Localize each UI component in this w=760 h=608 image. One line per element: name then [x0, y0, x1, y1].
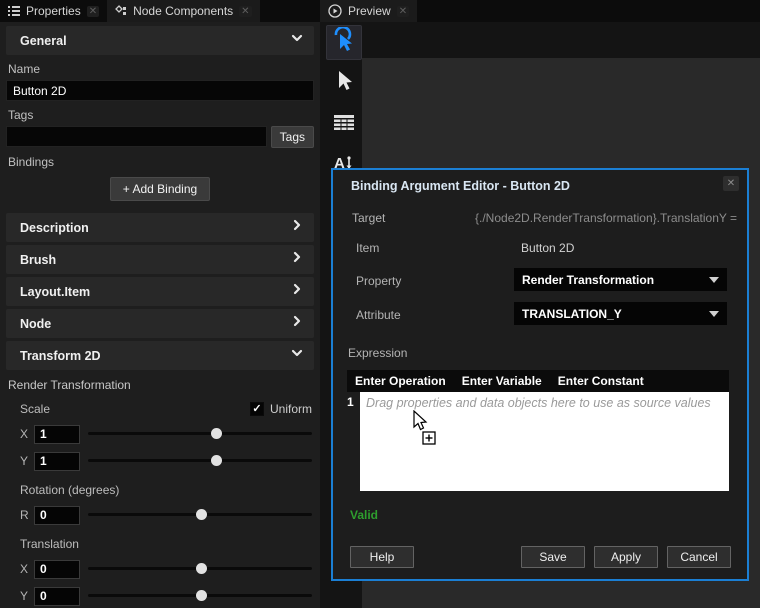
scale-label: Scale: [20, 402, 50, 416]
property-dropdown-value: Render Transformation: [522, 273, 654, 287]
translation-x-label: X: [20, 562, 34, 576]
dialog-title: Binding Argument Editor - Button 2D: [351, 179, 570, 193]
binding-argument-editor-dialog: Binding Argument Editor - Button 2D ✕ Ta…: [331, 168, 749, 581]
uniform-checkbox-row: ✓ Uniform: [250, 402, 312, 416]
translation-y-slider[interactable]: [88, 586, 312, 606]
tags-button[interactable]: Tags: [271, 126, 314, 148]
properties-panel: Properties ✕ Node Components ✕ General N…: [0, 0, 320, 608]
expression-line-number: 1: [347, 392, 360, 491]
translation-y-input[interactable]: [34, 587, 80, 606]
interact-cursor-icon: [332, 27, 356, 58]
dialog-close-icon[interactable]: ✕: [723, 176, 739, 191]
expression-label: Expression: [348, 346, 407, 360]
uniform-label: Uniform: [270, 402, 312, 416]
grid-icon: [334, 115, 354, 135]
enter-constant-tab[interactable]: Enter Constant: [558, 374, 644, 388]
chevron-right-icon: [290, 218, 304, 237]
tab-node-components-close-icon[interactable]: ✕: [239, 6, 251, 17]
attribute-label: Attribute: [356, 308, 401, 322]
tab-node-components[interactable]: Node Components ✕: [107, 0, 259, 22]
chevron-right-icon: [290, 250, 304, 269]
translation-label: Translation: [20, 537, 312, 551]
translation-x-input[interactable]: [34, 560, 80, 579]
tab-properties-close-icon[interactable]: ✕: [87, 6, 99, 17]
section-transform-2d[interactable]: Transform 2D: [6, 341, 314, 370]
attribute-dropdown[interactable]: TRANSLATION_Y: [514, 302, 727, 325]
property-dropdown[interactable]: Render Transformation: [514, 268, 727, 291]
item-label: Item: [356, 241, 379, 255]
target-value: {./Node2D.RenderTransformation}.Translat…: [475, 211, 737, 225]
rotation-label: Rotation (degrees): [20, 483, 312, 497]
target-label: Target: [352, 211, 385, 225]
rotation-r-input[interactable]: [34, 506, 80, 525]
translation-x-slider[interactable]: [88, 559, 312, 579]
name-input[interactable]: [6, 80, 314, 101]
dialog-footer: Help Save Apply Cancel: [350, 546, 731, 568]
node-components-icon: [115, 5, 127, 17]
section-brush[interactable]: Brush: [6, 245, 314, 274]
section-general-label: General: [20, 34, 67, 48]
arrow-cursor-icon: [334, 70, 354, 97]
tab-preview-label: Preview: [348, 4, 391, 18]
left-tabbar: Properties ✕ Node Components ✕: [0, 0, 320, 22]
section-description-label: Description: [20, 221, 89, 235]
apply-button[interactable]: Apply: [594, 546, 658, 568]
scale-x-input[interactable]: [34, 425, 80, 444]
expression-editor: 1 Drag properties and data objects here …: [347, 392, 729, 491]
enter-variable-tab[interactable]: Enter Variable: [462, 374, 542, 388]
drag-drop-cursor-icon: [408, 410, 442, 455]
tab-preview[interactable]: Preview ✕: [320, 0, 417, 22]
rotation-r-slider[interactable]: [88, 505, 312, 525]
scale-y-label: Y: [20, 454, 34, 468]
scale-y-input[interactable]: [34, 452, 80, 471]
scale-x-label: X: [20, 427, 34, 441]
section-description[interactable]: Description: [6, 213, 314, 242]
chevron-right-icon: [290, 282, 304, 301]
play-circle-icon: [328, 4, 342, 18]
interact-tool-button[interactable]: [326, 25, 362, 60]
expression-tabbar: Enter Operation Enter Variable Enter Con…: [347, 370, 729, 392]
section-brush-label: Brush: [20, 253, 56, 267]
scale-y-slider[interactable]: [88, 451, 312, 471]
section-transform-2d-label: Transform 2D: [20, 349, 101, 363]
tab-node-components-label: Node Components: [133, 4, 233, 18]
grid-tool-button[interactable]: [326, 107, 362, 142]
enter-operation-tab[interactable]: Enter Operation: [355, 374, 446, 388]
attribute-dropdown-value: TRANSLATION_Y: [522, 307, 622, 321]
bindings-label: Bindings: [8, 155, 312, 169]
property-label: Property: [356, 274, 401, 288]
expression-input[interactable]: Drag properties and data objects here to…: [360, 392, 729, 491]
help-button[interactable]: Help: [350, 546, 414, 568]
name-label: Name: [8, 62, 312, 76]
section-layout-item-label: Layout.Item: [20, 285, 90, 299]
chevron-down-icon: [290, 346, 304, 365]
render-transformation-label: Render Transformation: [8, 378, 314, 392]
translation-y-label: Y: [20, 589, 34, 603]
preview-tabbar: Preview ✕: [320, 0, 760, 22]
save-button[interactable]: Save: [521, 546, 585, 568]
expression-placeholder: Drag properties and data objects here to…: [366, 396, 711, 410]
section-layout-item[interactable]: Layout.Item: [6, 277, 314, 306]
tab-properties[interactable]: Properties ✕: [0, 0, 107, 22]
dropdown-arrow-icon: [709, 277, 719, 283]
chevron-down-icon: [290, 31, 304, 50]
tags-input[interactable]: [6, 126, 267, 147]
tab-properties-label: Properties: [26, 4, 81, 18]
uniform-checkbox[interactable]: ✓: [250, 402, 264, 416]
properties-list-icon: [8, 6, 20, 16]
rotation-r-label: R: [20, 508, 34, 522]
add-binding-button[interactable]: + Add Binding: [110, 177, 210, 201]
cancel-button[interactable]: Cancel: [667, 546, 731, 568]
select-tool-button[interactable]: [326, 66, 362, 101]
scale-x-slider[interactable]: [88, 424, 312, 444]
section-node[interactable]: Node: [6, 309, 314, 338]
chevron-right-icon: [290, 314, 304, 333]
tags-label: Tags: [8, 108, 312, 122]
item-value: Button 2D: [521, 241, 574, 255]
section-node-label: Node: [20, 317, 51, 331]
validation-status: Valid: [350, 508, 378, 522]
dropdown-arrow-icon: [709, 311, 719, 317]
tab-preview-close-icon[interactable]: ✕: [397, 6, 409, 17]
section-general[interactable]: General: [6, 26, 314, 55]
